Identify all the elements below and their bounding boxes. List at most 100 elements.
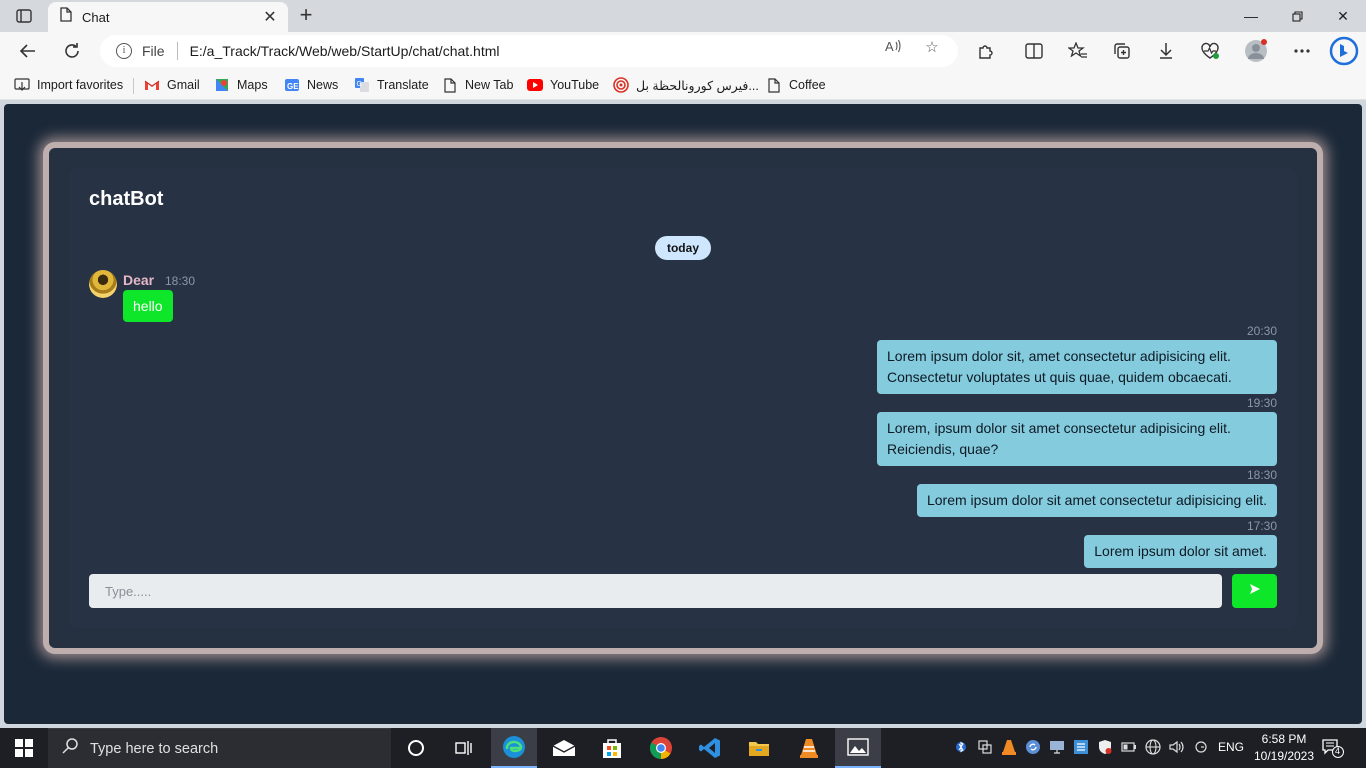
battery-icon[interactable]	[1120, 738, 1138, 756]
favorite-star-icon[interactable]: ☆	[921, 38, 943, 58]
favorite-news[interactable]: GE News	[284, 76, 338, 94]
favorite-label: Maps	[237, 78, 268, 92]
edge-app-icon[interactable]	[491, 728, 537, 768]
close-tab-icon[interactable]: ✕	[260, 7, 280, 27]
security-icon[interactable]	[1096, 738, 1114, 756]
message-time: 18:30	[1246, 468, 1277, 482]
store-app-icon[interactable]	[589, 728, 635, 768]
mail-app-icon[interactable]	[541, 728, 587, 768]
search-icon	[62, 738, 78, 759]
notification-count: 4	[1335, 746, 1341, 756]
favorite-youtube[interactable]: YouTube	[527, 76, 599, 94]
chat-frame: chatBot today Dear 18:30 hello 20:30 Lor…	[49, 148, 1317, 648]
bluetooth-icon[interactable]	[952, 738, 970, 756]
search-placeholder: Type here to search	[90, 740, 219, 757]
svg-text:A: A	[885, 39, 894, 54]
globe-network-icon[interactable]	[1144, 738, 1162, 756]
message-time: 18:30	[165, 274, 196, 288]
chat-title: chatBot	[89, 188, 164, 210]
vscode-app-icon[interactable]	[687, 728, 733, 768]
sync-icon[interactable]	[1024, 738, 1042, 756]
performance-icon[interactable]	[1196, 37, 1224, 65]
profile-avatar[interactable]	[1242, 37, 1270, 65]
more-options-icon[interactable]	[1288, 37, 1316, 65]
outgoing-message: Lorem ipsum dolor sit, amet consectetur …	[877, 340, 1277, 394]
tab-strip: Chat ✕ + — ✕	[0, 0, 1366, 32]
address-bar[interactable]: i File E:/a_Track/Track/Web/web/StartUp/…	[100, 35, 958, 67]
scheme-label: File	[142, 43, 165, 59]
favorite-gmail[interactable]: Gmail	[144, 76, 200, 94]
url-text[interactable]: E:/a_Track/Track/Web/web/StartUp/chat/ch…	[190, 43, 500, 59]
favorite-coffee[interactable]: Coffee	[766, 76, 826, 94]
page-viewport: chatBot today Dear 18:30 hello 20:30 Lor…	[4, 104, 1362, 724]
language-switch-icon[interactable]	[1192, 738, 1210, 756]
message-time: 20:30	[1246, 324, 1277, 338]
downloads-icon[interactable]	[1152, 37, 1180, 65]
favorite-new-tab[interactable]: New Tab	[442, 76, 513, 94]
message-time: 17:30	[1246, 519, 1277, 533]
vlc-app-icon[interactable]	[786, 728, 832, 768]
back-arrow-icon[interactable]	[14, 37, 42, 65]
notification-center-icon[interactable]: 4	[1322, 738, 1344, 758]
favorites-icon[interactable]	[1064, 37, 1092, 65]
volume-icon[interactable]	[1168, 738, 1186, 756]
chat-panel: chatBot today Dear 18:30 hello 20:30 Lor…	[69, 168, 1297, 628]
youtube-icon	[527, 77, 543, 93]
favorite-label: News	[307, 78, 339, 92]
send-button[interactable]	[1232, 574, 1277, 608]
favorite-import[interactable]: Import favorites	[14, 76, 123, 94]
network-adapter-icon[interactable]	[1072, 738, 1090, 756]
favorite-corona[interactable]: فيرس كورونالحظة بل...	[613, 76, 759, 94]
taskbar-search[interactable]: Type here to search	[48, 728, 391, 768]
avatar	[89, 270, 117, 298]
maps-icon	[214, 77, 230, 93]
favorites-bar: Import favorites Gmail Maps GE News G Tr…	[0, 70, 1366, 100]
message-input[interactable]	[89, 574, 1222, 608]
svg-text:G: G	[357, 81, 362, 88]
refresh-icon[interactable]	[58, 37, 86, 65]
photos-app-icon[interactable]	[835, 728, 881, 768]
language-indicator[interactable]: ENG	[1218, 740, 1244, 754]
clock-date: 10/19/2023	[1253, 749, 1315, 763]
tab-actions-icon[interactable]	[10, 6, 38, 26]
favorite-label: Translate	[377, 78, 429, 92]
close-window-button[interactable]: ✕	[1320, 0, 1366, 32]
split-screen-icon[interactable]	[1020, 37, 1048, 65]
target-icon	[613, 77, 629, 93]
browser-toolbar: i File E:/a_Track/Track/Web/web/StartUp/…	[0, 32, 1366, 70]
display-icon[interactable]	[1048, 738, 1066, 756]
page-icon	[442, 77, 458, 93]
tab-chat[interactable]: Chat ✕	[48, 2, 288, 32]
file-explorer-icon[interactable]	[736, 728, 782, 768]
extensions-icon[interactable]	[971, 37, 999, 65]
favorite-label: Gmail	[167, 78, 200, 92]
collections-icon[interactable]	[1108, 37, 1136, 65]
new-tab-button[interactable]: +	[294, 4, 318, 28]
window-switch-icon[interactable]	[976, 738, 994, 756]
info-icon[interactable]: i	[116, 43, 132, 59]
sender-name: Dear	[123, 272, 155, 288]
incoming-message: hello	[123, 290, 173, 322]
favorite-label: YouTube	[550, 78, 600, 92]
cortana-icon[interactable]	[393, 728, 439, 768]
restore-button[interactable]	[1274, 0, 1320, 32]
import-icon	[14, 77, 30, 93]
favorite-translate[interactable]: G Translate	[354, 76, 429, 94]
minimize-button[interactable]: —	[1228, 0, 1274, 32]
task-view-icon[interactable]	[441, 728, 487, 768]
favorite-maps[interactable]: Maps	[214, 76, 268, 94]
taskbar: Type here to search ENG 6:58 PM 10/19/20…	[0, 728, 1366, 768]
vlc-tray-icon[interactable]	[1000, 738, 1018, 756]
svg-text:GE: GE	[287, 82, 299, 91]
system-clock[interactable]: 6:58 PM 10/19/2023	[1252, 731, 1316, 765]
send-arrow-icon	[1249, 582, 1261, 600]
page-icon	[60, 7, 72, 27]
divider	[133, 78, 134, 94]
message-time: 19:30	[1246, 396, 1277, 410]
copilot-icon[interactable]	[1328, 35, 1360, 67]
read-aloud-icon[interactable]: A	[882, 38, 904, 58]
chrome-app-icon[interactable]	[638, 728, 684, 768]
outgoing-message: Lorem ipsum dolor sit amet consectetur a…	[916, 484, 1277, 517]
windows-start-button[interactable]	[0, 728, 48, 768]
divider	[176, 42, 178, 60]
